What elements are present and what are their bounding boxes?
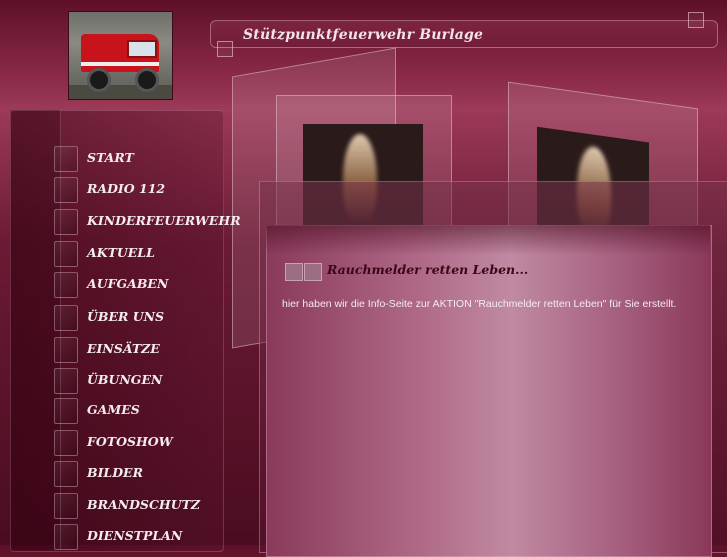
content-heading: Rauchmelder retten Leben... <box>327 262 529 277</box>
nav-item-label: EINSÄTZE <box>87 341 160 356</box>
nav-item-label: AKTUELL <box>87 245 155 260</box>
fire-truck-window <box>127 40 157 58</box>
nav-square-icon <box>54 368 78 394</box>
nav-square-icon <box>54 493 78 519</box>
header-deco-square <box>217 41 233 57</box>
fire-truck-wheel <box>135 68 159 92</box>
nav-item-kinderfeuerwehr[interactable]: KINDERFEUERWEHR <box>54 209 241 235</box>
nav-item-label: ÜBER UNS <box>87 309 165 324</box>
nav-item-aufgaben[interactable]: AUFGABEN <box>54 272 219 298</box>
header-deco-square <box>688 12 704 28</box>
nav-item-start[interactable]: START <box>54 146 219 172</box>
nav-item-ueber-uns[interactable]: ÜBER UNS <box>54 305 219 331</box>
nav-item-dienstplan[interactable]: DIENSTPLAN <box>54 524 219 550</box>
nav-item-games[interactable]: GAMES <box>54 398 219 424</box>
nav-item-label: RADIO 112 <box>87 181 166 196</box>
nav-item-brandschutz[interactable]: BRANDSCHUTZ <box>54 493 219 519</box>
nav-square-icon <box>54 305 78 331</box>
heading-deco-square <box>304 263 322 281</box>
nav-square-icon <box>54 146 78 172</box>
nav-square-icon <box>54 337 78 363</box>
fire-truck-stripe <box>81 62 159 66</box>
nav-item-bilder[interactable]: BILDER <box>54 461 219 487</box>
nav-square-icon <box>54 398 78 424</box>
nav-item-label: DIENSTPLAN <box>87 528 183 543</box>
nav-item-label: FOTOSHOW <box>87 434 173 449</box>
nav-item-label: BRANDSCHUTZ <box>87 497 201 512</box>
heading-deco-square <box>285 263 303 281</box>
nav-item-label: AUFGABEN <box>87 276 169 291</box>
nav-square-icon <box>54 241 78 267</box>
nav-square-icon <box>54 177 78 203</box>
nav-item-aktuell[interactable]: AKTUELL <box>54 241 219 267</box>
logo-photo-fire-truck <box>68 11 173 100</box>
nav-square-icon <box>54 461 78 487</box>
nav-square-icon <box>54 524 78 550</box>
nav-item-radio-112[interactable]: RADIO 112 <box>54 177 219 203</box>
nav-item-label: GAMES <box>87 402 140 417</box>
nav-item-uebungen[interactable]: ÜBUNGEN <box>54 368 219 394</box>
site-title: Stützpunktfeuerwehr Burlage <box>243 27 484 43</box>
nav-item-einsaetze[interactable]: EINSÄTZE <box>54 337 219 363</box>
nav-square-icon <box>54 430 78 456</box>
nav-item-label: ÜBUNGEN <box>87 372 163 387</box>
nav-square-icon <box>54 209 78 235</box>
nav-square-icon <box>54 272 78 298</box>
nav-item-label: KINDERFEUERWEHR <box>87 213 241 228</box>
content-top-band <box>266 225 710 255</box>
nav-item-fotoshow[interactable]: FOTOSHOW <box>54 430 219 456</box>
fire-truck-wheel <box>87 68 111 92</box>
nav-item-label: BILDER <box>87 465 143 480</box>
nav-item-label: START <box>87 150 134 165</box>
content-text: hier haben wir die Info-Seite zur AKTION… <box>282 298 677 310</box>
